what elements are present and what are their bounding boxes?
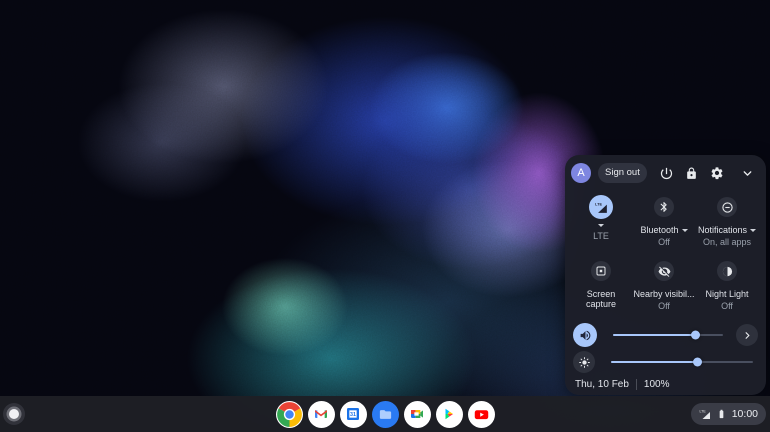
tile-nearby-visibility[interactable]: Nearby visibil... Off [631, 258, 697, 311]
dropdown-caret-icon [598, 224, 604, 227]
tile-notifications[interactable]: Notifications On, all apps [694, 194, 760, 247]
notifications-icon [717, 197, 737, 217]
dropdown-caret-icon [750, 229, 756, 232]
sign-out-button[interactable]: Sign out [598, 163, 647, 183]
brightness-slider-thumb[interactable] [693, 358, 702, 367]
chromeos-desktop: A Sign out LTE LTE [0, 0, 770, 432]
night-light-label: Night Light [694, 289, 760, 299]
volume-slider[interactable] [613, 334, 723, 337]
night-light-state: Off [694, 301, 760, 311]
nearby-visibility-state: Off [631, 301, 697, 311]
quick-settings-panel: A Sign out LTE LTE [565, 155, 766, 395]
quick-settings-footer: Thu, 10 Feb 100% [575, 377, 670, 391]
volume-icon[interactable] [573, 323, 597, 347]
footer-divider [636, 379, 637, 390]
audio-settings-chevron-right[interactable] [736, 324, 758, 346]
app-calendar[interactable]: 31 [340, 401, 367, 428]
play-store-icon [442, 407, 456, 421]
clock-label: 10:00 [732, 408, 758, 420]
calendar-icon: 31 [345, 406, 361, 422]
brightness-slider[interactable] [611, 361, 753, 364]
app-youtube[interactable] [468, 401, 495, 428]
shelf: 31 [0, 396, 770, 432]
screen-capture-icon [591, 261, 611, 281]
shelf-app-icons: 31 [0, 396, 770, 432]
tile-network[interactable]: LTE LTE [568, 194, 634, 241]
app-files[interactable] [372, 401, 399, 428]
status-tray[interactable]: LTE 10:00 [691, 403, 766, 425]
cellular-signal-icon: LTE [699, 408, 711, 420]
gmail-icon [313, 406, 329, 422]
app-gmail[interactable] [308, 401, 335, 428]
files-folder-icon [378, 407, 393, 422]
svg-text:31: 31 [350, 412, 356, 418]
tile-bluetooth[interactable]: Bluetooth Off [631, 194, 697, 247]
quick-settings-header: A Sign out [571, 162, 760, 184]
network-signal-icon: LTE [589, 195, 613, 219]
dropdown-caret-icon [682, 229, 688, 232]
tile-screen-capture[interactable]: Screen capture [568, 258, 634, 310]
date-label[interactable]: Thu, 10 Feb [575, 379, 629, 390]
screen-capture-label: Screen capture [579, 289, 623, 310]
chrome-icon [276, 401, 303, 428]
brightness-slider-row [573, 351, 753, 373]
bluetooth-state: Off [631, 237, 697, 247]
visibility-off-icon [654, 261, 674, 281]
notifications-state: On, all apps [694, 237, 760, 247]
meet-icon [409, 406, 425, 422]
brightness-icon [573, 351, 595, 373]
app-meet[interactable] [404, 401, 431, 428]
tray-network-label: LTE [699, 410, 706, 414]
battery-percent-label: 100% [644, 379, 670, 390]
power-button[interactable] [659, 165, 675, 181]
network-state: LTE [568, 231, 634, 241]
user-avatar[interactable]: A [571, 163, 591, 183]
youtube-icon [473, 406, 490, 423]
lock-icon[interactable] [684, 165, 700, 181]
notifications-label: Notifications [694, 225, 760, 235]
bluetooth-icon [654, 197, 674, 217]
chevron-down-icon[interactable] [740, 165, 756, 181]
bluetooth-label: Bluetooth [631, 225, 697, 235]
volume-slider-thumb[interactable] [691, 331, 700, 340]
app-chrome[interactable] [276, 401, 303, 428]
app-play-store[interactable] [436, 401, 463, 428]
battery-icon [716, 407, 727, 421]
settings-gear-icon[interactable] [709, 165, 725, 181]
network-icon-label: LTE [595, 203, 602, 207]
night-light-icon [717, 261, 737, 281]
volume-slider-row [573, 322, 758, 348]
nearby-visibility-label: Nearby visibil... [631, 289, 697, 299]
tile-night-light[interactable]: Night Light Off [694, 258, 760, 311]
